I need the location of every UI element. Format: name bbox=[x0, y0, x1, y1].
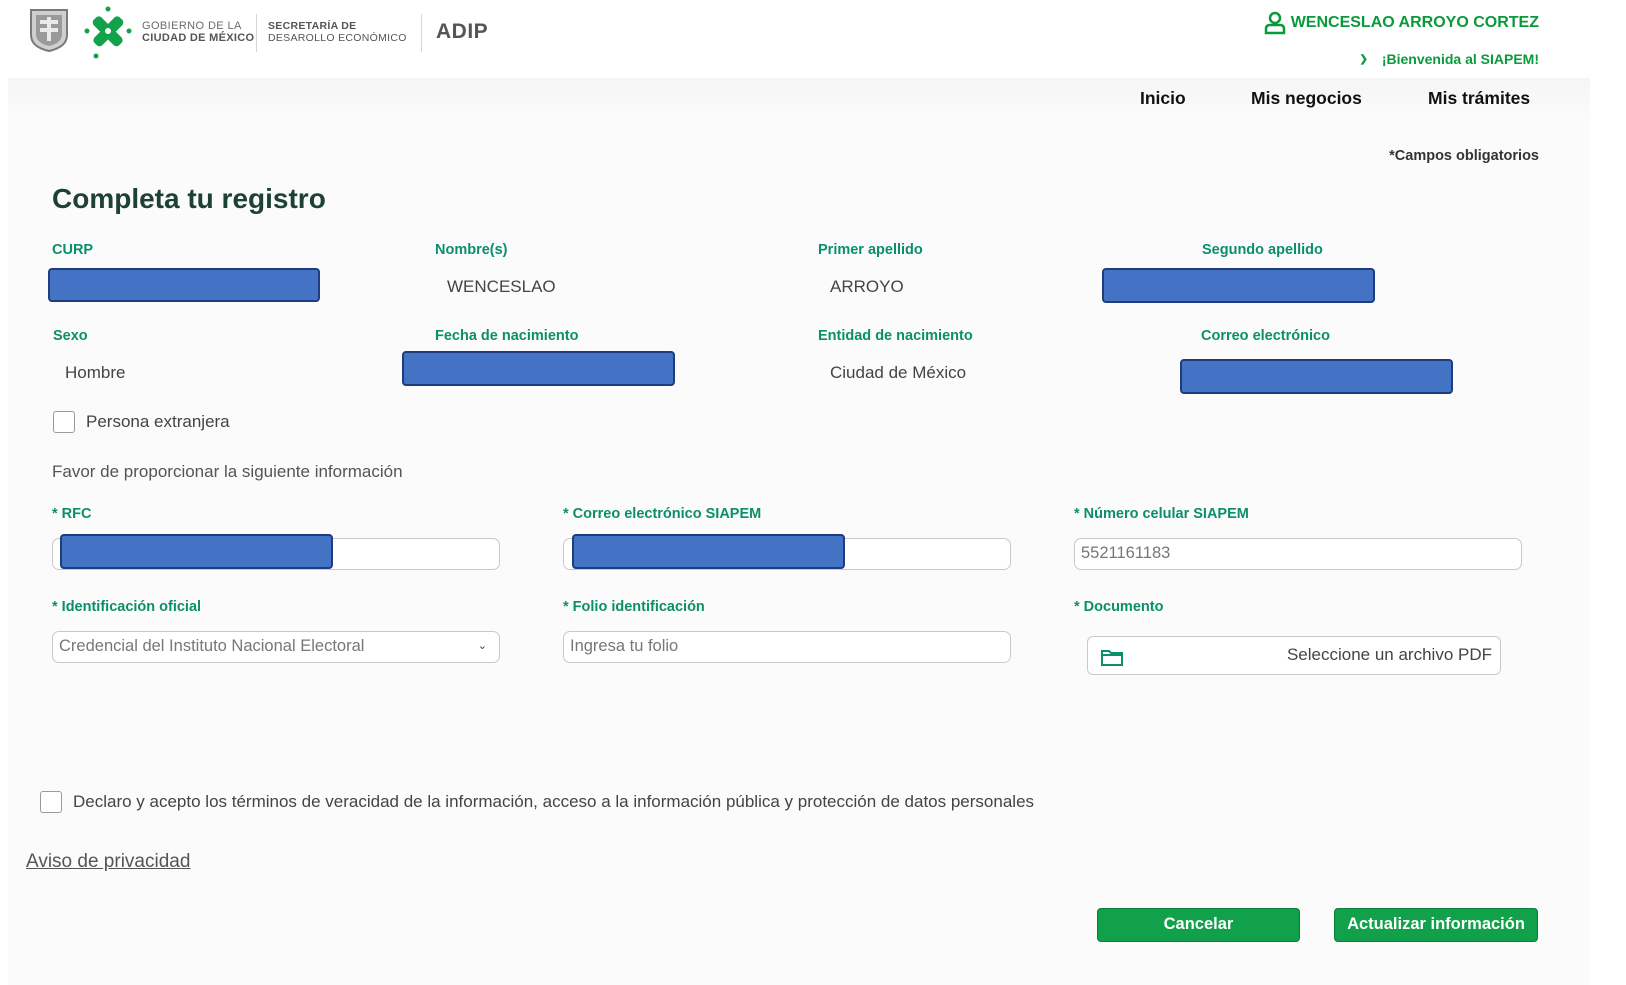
entidad-nacimiento-label: Entidad de nacimiento bbox=[818, 328, 973, 344]
entidad-nacimiento-value: Ciudad de México bbox=[830, 363, 967, 382]
identificacion-label: * Identificación oficial bbox=[52, 599, 202, 615]
fecha-nacimiento-label: Fecha de nacimiento bbox=[435, 328, 579, 344]
sexo-value: Hombre bbox=[65, 363, 126, 382]
gob-line-2: CIUDAD DE MÉXICO bbox=[142, 32, 255, 44]
correo-label: Correo electrónico bbox=[1201, 328, 1330, 344]
terms-label: Declaro y acepto los términos de veracid… bbox=[73, 792, 1035, 811]
folio-label: * Folio identificación bbox=[563, 599, 705, 615]
curp-value-redacted bbox=[48, 268, 320, 302]
user-icon bbox=[1264, 11, 1285, 35]
documento-label: * Documento bbox=[1074, 599, 1164, 615]
folio-input[interactable]: Ingresa tu folio bbox=[563, 631, 1011, 663]
instructions-text: Favor de proporcionar la siguiente infor… bbox=[52, 462, 403, 481]
primer-apellido-label: Primer apellido bbox=[818, 242, 923, 258]
chevron-down-icon: ❯ bbox=[1359, 53, 1368, 65]
fecha-nacimiento-value-redacted bbox=[402, 351, 675, 386]
gob-line-1: GOBIERNO DE LA bbox=[142, 20, 242, 32]
agency-name: ADIP bbox=[436, 20, 489, 43]
update-info-button[interactable]: Actualizar información bbox=[1334, 908, 1538, 942]
chevron-down-icon: ⌄ bbox=[477, 640, 487, 652]
user-menu[interactable]: WENCESLAO ARROYO CORTEZ bbox=[1264, 11, 1539, 35]
identificacion-selected-value: Credencial del Instituto Nacional Electo… bbox=[59, 637, 365, 655]
celular-label: * Número celular SIAPEM bbox=[1074, 506, 1249, 522]
gobierno-cdmx-wordmark: GOBIERNO DE LA CIUDAD DE MÉXICO bbox=[142, 20, 254, 44]
welcome-dropdown[interactable]: ❯ ¡Bienvenida al SIAPEM! bbox=[1359, 51, 1539, 67]
segundo-apellido-label: Segundo apellido bbox=[1202, 242, 1323, 258]
rfc-label: * RFC bbox=[52, 506, 92, 522]
sec-line-2: DESAROLLO ECONÓMICO bbox=[268, 32, 407, 44]
curp-label: CURP bbox=[52, 242, 94, 258]
celular-input[interactable]: 5521161183 bbox=[1074, 538, 1522, 570]
correo-siapem-label: * Correo electrónico SIAPEM bbox=[563, 506, 762, 522]
cdmx-logo-icon bbox=[84, 6, 132, 59]
nav-mis-tramites[interactable]: Mis trámites bbox=[1428, 88, 1530, 109]
documento-file-text: Seleccione un archivo PDF bbox=[1286, 645, 1492, 664]
header-divider bbox=[421, 14, 422, 52]
documento-file-picker[interactable]: Seleccione un archivo PDF bbox=[1087, 636, 1501, 675]
secretaria-wordmark: SECRETARÍA DE DESAROLLO ECONÓMICO bbox=[268, 20, 407, 44]
page-title: Completa tu registro bbox=[52, 183, 326, 214]
required-fields-note: *Campos obligatorios bbox=[1389, 148, 1539, 164]
nombres-label: Nombre(s) bbox=[435, 242, 508, 258]
persona-extranjera-label: Persona extranjera bbox=[86, 412, 230, 431]
nav-inicio[interactable]: Inicio bbox=[1140, 88, 1186, 109]
folder-icon bbox=[1101, 650, 1123, 666]
segundo-apellido-value-redacted bbox=[1102, 268, 1375, 303]
correo-value-redacted bbox=[1180, 359, 1453, 394]
privacy-notice-link[interactable]: Aviso de privacidad bbox=[26, 851, 190, 873]
cdmx-coat-of-arms-icon bbox=[30, 9, 68, 53]
site-header: GOBIERNO DE LA CIUDAD DE MÉXICO SECRETAR… bbox=[0, 0, 1626, 78]
rfc-value-redacted bbox=[60, 534, 333, 569]
terms-checkbox[interactable] bbox=[40, 791, 62, 813]
header-divider bbox=[256, 14, 257, 52]
correo-siapem-value-redacted bbox=[572, 534, 845, 569]
cancel-button[interactable]: Cancelar bbox=[1097, 908, 1300, 942]
welcome-message: ¡Bienvenida al SIAPEM! bbox=[1381, 51, 1539, 67]
persona-extranjera-checkbox[interactable] bbox=[53, 411, 75, 433]
identificacion-select[interactable]: Credencial del Instituto Nacional Electo… bbox=[52, 631, 500, 663]
user-name: WENCESLAO ARROYO CORTEZ bbox=[1290, 14, 1539, 31]
nombres-value: WENCESLAO bbox=[447, 277, 556, 296]
nav-mis-negocios[interactable]: Mis negocios bbox=[1251, 88, 1362, 109]
sexo-label: Sexo bbox=[53, 328, 88, 344]
primer-apellido-value: ARROYO bbox=[830, 277, 904, 296]
sec-line-1: SECRETARÍA DE bbox=[268, 20, 357, 32]
